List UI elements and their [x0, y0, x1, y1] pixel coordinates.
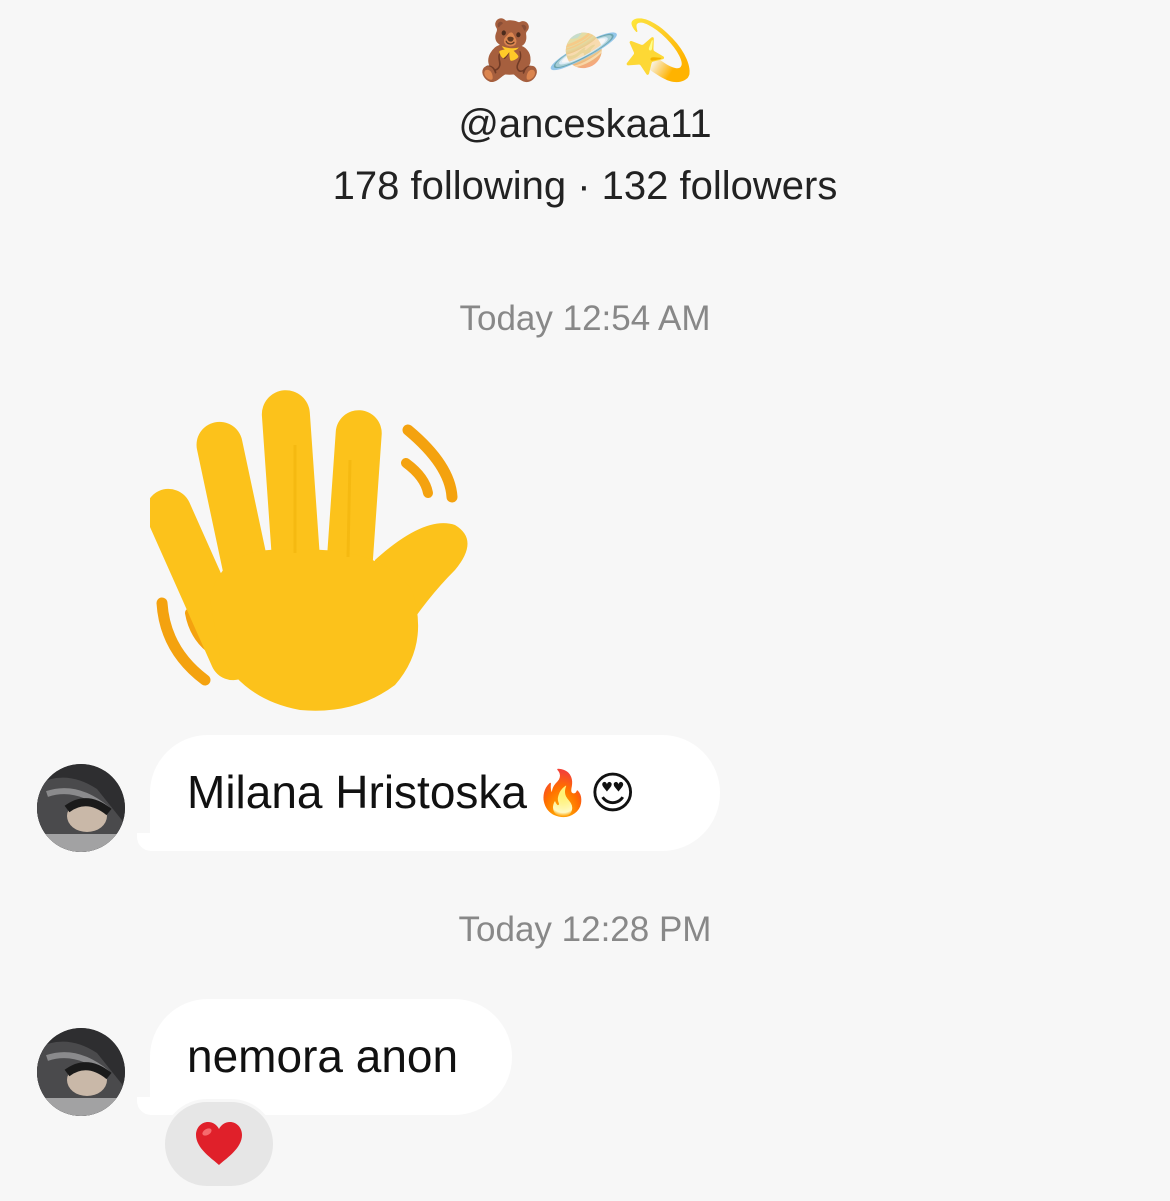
- message-timestamp: Today 12:28 PM: [458, 910, 712, 949]
- profile-username[interactable]: @anceskaa11: [0, 98, 1170, 150]
- message-text: nemora anon: [187, 1030, 459, 1082]
- message-text: Milana Hristoska: [187, 766, 527, 818]
- message-emoji: 🔥😍: [535, 768, 636, 819]
- profile-emoji-bio: 🧸🪐💫: [473, 16, 697, 84]
- profile-stats: 178 following · 132 followers: [332, 164, 838, 208]
- sender-avatar[interactable]: [37, 1028, 125, 1116]
- sender-avatar[interactable]: [37, 764, 125, 852]
- heart-reaction[interactable]: [162, 1099, 276, 1189]
- bubble-tail: [137, 1097, 165, 1115]
- waving-hand-icon[interactable]: [145, 385, 480, 715]
- message-bubble[interactable]: Milana Hristoska 🔥😍: [150, 735, 720, 851]
- message-bubble[interactable]: nemora anon: [150, 999, 512, 1115]
- heart-icon: [196, 1122, 242, 1165]
- message-timestamp: Today 12:54 AM: [459, 299, 711, 338]
- bubble-tail: [137, 833, 165, 851]
